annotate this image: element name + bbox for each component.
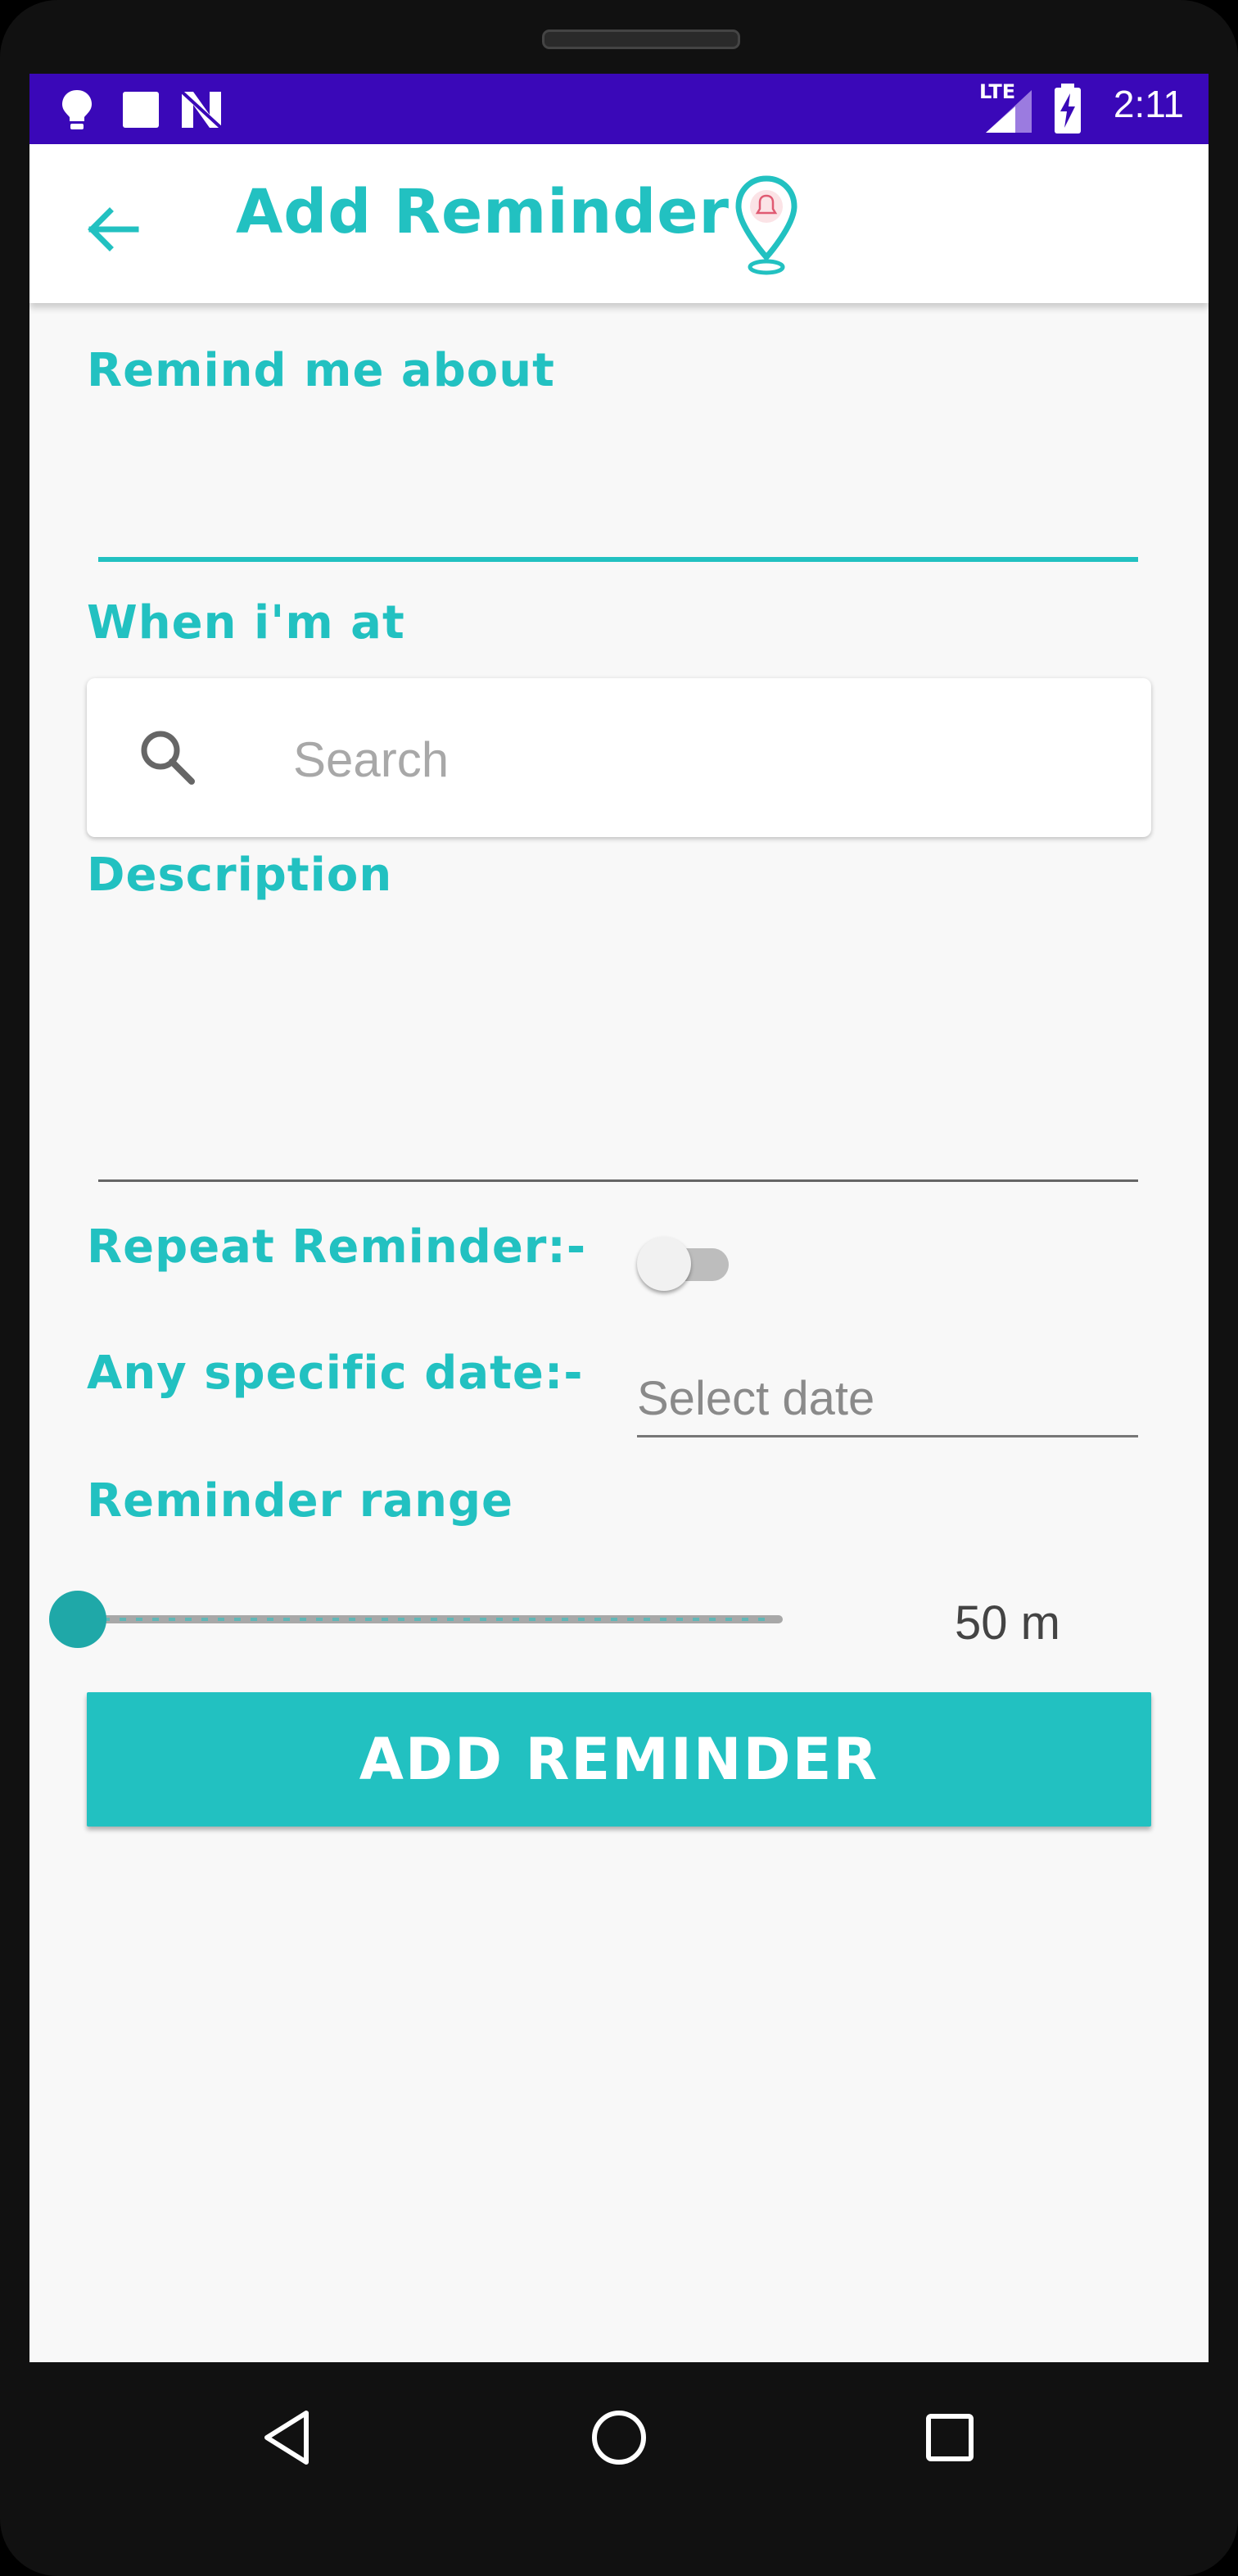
status-bar: LTE 2:11 xyxy=(29,74,1209,144)
device-frame: LTE 2:11 Add Reminder Remind me about Wh… xyxy=(0,0,1238,2576)
lightbulb-icon xyxy=(62,90,92,129)
home-circle-icon[interactable] xyxy=(580,2398,658,2477)
battery-charging-icon xyxy=(1055,84,1081,134)
slider-thumb[interactable] xyxy=(49,1591,106,1648)
app-bar: Add Reminder xyxy=(29,144,1209,303)
slider-ticks xyxy=(87,1618,775,1621)
location-pin-bell-icon xyxy=(735,175,797,275)
back-arrow-icon[interactable] xyxy=(80,197,146,262)
repeat-toggle[interactable] xyxy=(635,1229,734,1294)
remind-input[interactable] xyxy=(98,475,1138,562)
lte-signal-icon xyxy=(986,90,1032,133)
location-search-box xyxy=(87,678,1151,837)
remind-label: Remind me about xyxy=(87,344,555,397)
clock-time: 2:11 xyxy=(1113,83,1184,125)
range-label: Reminder range xyxy=(87,1474,514,1528)
navigation-bar xyxy=(0,2362,1238,2510)
description-input[interactable] xyxy=(98,975,1138,1182)
screen: LTE 2:11 Add Reminder Remind me about Wh… xyxy=(29,74,1209,2362)
date-label: Any specific date:- xyxy=(87,1347,584,1400)
description-label: Description xyxy=(87,849,393,902)
location-label: When i'm at xyxy=(87,596,405,650)
range-slider[interactable] xyxy=(46,1587,793,1653)
back-triangle-icon[interactable] xyxy=(249,2398,328,2477)
repeat-label: Repeat Reminder:- xyxy=(87,1220,587,1274)
range-value: 50 m xyxy=(955,1596,1060,1650)
date-input[interactable] xyxy=(637,1361,1138,1437)
location-search-input[interactable] xyxy=(291,718,1114,801)
speaker-grille xyxy=(542,29,740,49)
recents-square-icon[interactable] xyxy=(910,2398,989,2477)
square-icon xyxy=(123,92,159,128)
n-notification-icon xyxy=(180,90,223,129)
search-icon xyxy=(141,731,195,785)
toggle-thumb xyxy=(637,1237,691,1291)
add-reminder-button[interactable]: ADD REMINDER xyxy=(87,1692,1151,1827)
page-title: Add Reminder xyxy=(236,177,730,247)
